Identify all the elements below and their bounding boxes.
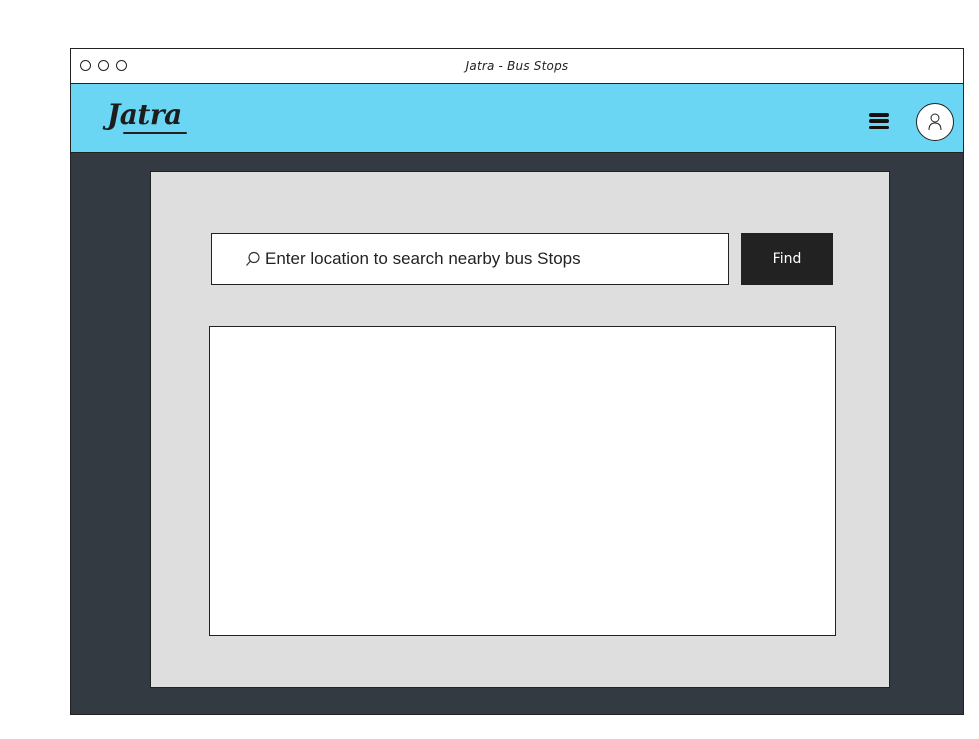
main-content: Find	[71, 153, 963, 714]
menu-bar-line	[869, 119, 889, 123]
results-map-area[interactable]	[209, 326, 836, 636]
search-icon	[245, 251, 261, 267]
menu-bar-line	[869, 113, 889, 117]
find-button[interactable]: Find	[741, 233, 833, 285]
user-silhouette-icon	[928, 113, 942, 131]
logo-underline	[123, 132, 187, 134]
browser-window: Jatra - Bus Stops Jatra Enter location t…	[70, 48, 964, 715]
app-header: Jatra	[71, 84, 963, 153]
user-avatar-icon[interactable]	[916, 103, 954, 141]
menu-bar-line	[869, 125, 889, 129]
hamburger-menu-icon[interactable]	[869, 113, 889, 129]
window-titlebar: Jatra - Bus Stops	[71, 49, 963, 84]
window-title: Jatra - Bus Stops	[465, 59, 569, 73]
app-logo[interactable]: Jatra	[107, 98, 182, 131]
search-input[interactable]	[265, 249, 705, 269]
search-box[interactable]	[211, 233, 729, 285]
search-panel: Find	[150, 171, 890, 688]
